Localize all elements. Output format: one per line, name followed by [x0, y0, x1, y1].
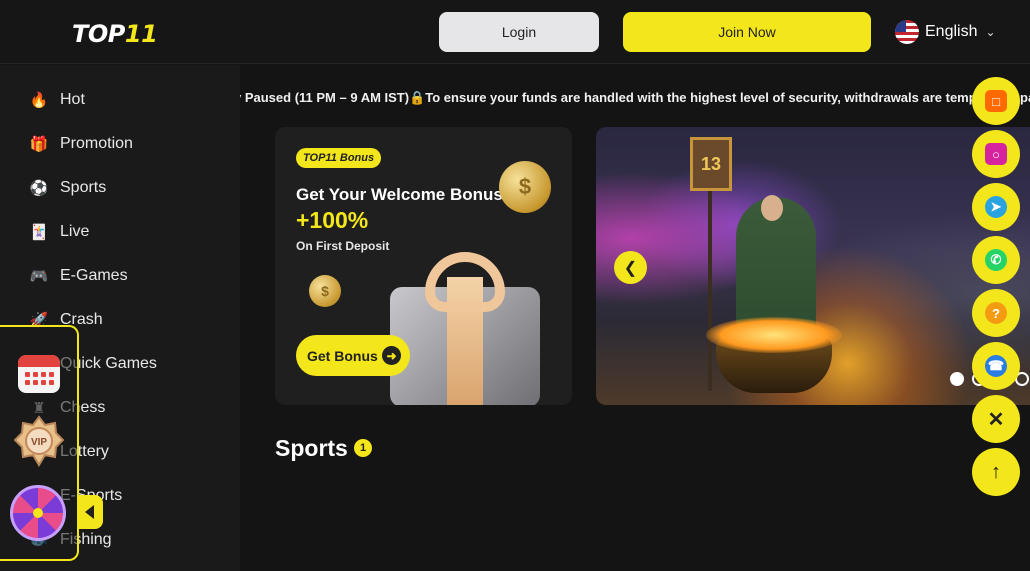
carousel-dot[interactable]: [950, 372, 964, 386]
gamepad-icon: 🎮: [29, 268, 49, 285]
language-selector[interactable]: English ⌄: [895, 18, 996, 46]
sidebar-item-label: E-Games: [60, 267, 128, 284]
logo-text: TOP: [72, 20, 125, 48]
arrow-right-icon: ➜: [382, 346, 401, 365]
marquee-text: y Paused (11 PM – 9 AM IST)🔒To ensure yo…: [240, 90, 1030, 105]
bonus-tag: TOP11 Bonus: [296, 148, 382, 168]
gift-icon: 🎁: [29, 136, 49, 153]
sidebar-item-label: Hot: [60, 91, 85, 108]
whatsapp-icon: ✆: [985, 249, 1007, 271]
bonus-percent: +100%: [296, 207, 369, 233]
bonus-title: Get Your Welcome Bonus: [296, 185, 503, 204]
close-icon: ✕: [987, 408, 1005, 431]
vip-badge-icon[interactable]: VIP: [14, 415, 64, 469]
whatsapp-button[interactable]: ✆: [972, 236, 1020, 284]
lucky-wheel-icon[interactable]: [10, 485, 66, 541]
chat-icon: □: [985, 90, 1007, 112]
arrow-up-icon: ↑: [991, 460, 1001, 483]
phone-button[interactable]: ☎: [972, 342, 1020, 390]
sports-count-badge: 1: [354, 439, 372, 457]
staff-illustration: [708, 191, 712, 391]
flame-icon: 🔥: [29, 92, 49, 109]
phone-icon: ☎: [985, 355, 1007, 377]
daily-checkin-calendar-icon[interactable]: [18, 355, 60, 393]
sidebar-item-label: Sports: [60, 179, 107, 196]
sidebar-item-promotion[interactable]: 🎁 Promotion: [30, 129, 133, 159]
announcement-marquee: y Paused (11 PM – 9 AM IST)🔒To ensure yo…: [240, 82, 1030, 114]
get-bonus-button[interactable]: Get Bonus ➜: [296, 335, 410, 376]
collapse-panel-toggle[interactable]: [77, 495, 103, 529]
top-header: TOP11 Login Join Now English ⌄: [0, 0, 1030, 64]
promo-banner[interactable]: 13: [596, 127, 1030, 405]
sports-icon: ⚽: [29, 180, 49, 197]
vip-label: VIP: [31, 437, 47, 448]
join-now-button[interactable]: Join Now: [623, 12, 871, 52]
welcome-bonus-card[interactable]: TOP11 Bonus Get Your Welcome Bonus +100%…: [275, 127, 572, 405]
sidebar-item-label: Live: [60, 223, 90, 240]
scroll-top-button[interactable]: ↑: [972, 448, 1020, 496]
sidebar-item-e-games[interactable]: 🎮 E-Games: [30, 261, 128, 291]
witch-head: [761, 195, 783, 221]
instagram-button[interactable]: ○: [972, 130, 1020, 178]
sidebar-item-live[interactable]: 🃏 Live: [29, 217, 90, 247]
sidebar-item-sports[interactable]: ⚽ Sports: [29, 173, 107, 203]
language-label: English: [925, 23, 978, 40]
sports-section-title: Sports: [275, 435, 348, 461]
telegram-button[interactable]: ➤: [972, 183, 1020, 231]
coin-icon: $: [499, 161, 551, 213]
us-flag-icon: [895, 20, 919, 44]
cauldron-glow: [706, 317, 842, 353]
login-button[interactable]: Login: [439, 12, 599, 52]
get-bonus-label: Get Bonus: [307, 347, 378, 364]
close-float-button[interactable]: ✕: [972, 395, 1020, 443]
banner-prev-button[interactable]: ❮: [614, 251, 647, 284]
cards-icon: 🃏: [29, 224, 49, 241]
help-icon: ?: [985, 302, 1007, 324]
gift-bow: [425, 252, 505, 312]
chevron-down-icon: ⌄: [985, 25, 996, 39]
coin-icon: $: [309, 275, 341, 307]
help-button[interactable]: ?: [972, 289, 1020, 337]
logo-accent: 11: [124, 20, 158, 48]
instagram-icon: ○: [985, 143, 1007, 165]
sidebar-item-hot[interactable]: 🔥 Hot: [30, 85, 85, 115]
sidebar-item-label: Promotion: [60, 135, 133, 152]
banner-sign: 13: [690, 137, 732, 191]
bonus-subtitle: On First Deposit: [296, 239, 390, 253]
live-chat-button[interactable]: □: [972, 77, 1020, 125]
telegram-icon: ➤: [985, 196, 1007, 218]
logo[interactable]: TOP11: [72, 20, 158, 48]
